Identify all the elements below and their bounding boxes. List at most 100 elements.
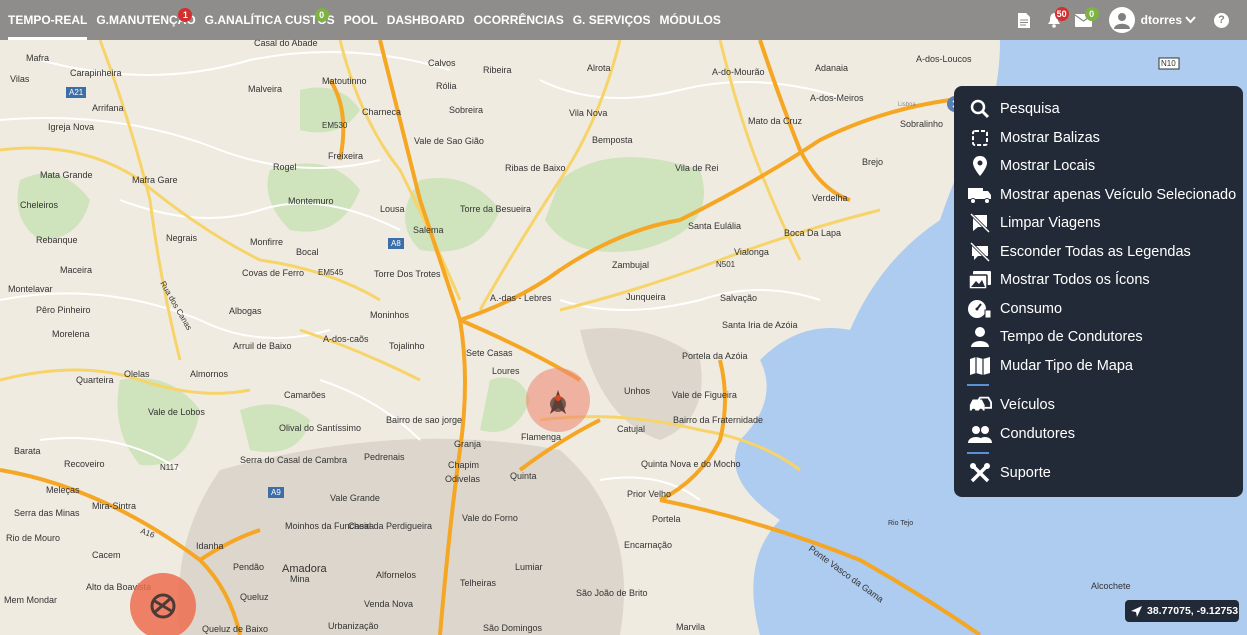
map-label: Calvos [428, 58, 456, 68]
vehicle-marker[interactable] [526, 368, 590, 432]
messages-envelope-icon[interactable]: 0 [1071, 0, 1099, 40]
driver-icon [968, 325, 992, 349]
nav-ocorrencias[interactable]: OCORRÊNCIAS [474, 0, 564, 40]
menu-esconder-legendas[interactable]: Esconder Todas as Legendas [954, 238, 1243, 267]
map-label: Flamenga [521, 432, 561, 442]
map-label: Alfornelos [376, 570, 417, 580]
map-label: Prior Velho [627, 489, 671, 499]
fuel-gauge-icon [968, 297, 992, 321]
notifications-bell-icon[interactable]: 50 [1041, 0, 1069, 40]
map-label: Queluz [240, 592, 269, 602]
map-label: Covas de Ferro [242, 268, 304, 278]
menu-condutores[interactable]: Condutores [954, 420, 1243, 449]
menu-mostrar-balizas[interactable]: Mostrar Balizas [954, 124, 1243, 153]
help-button[interactable]: ? [1214, 12, 1229, 28]
map-label: Bemposta [592, 135, 633, 145]
nav-label: TEMPO-REAL [8, 13, 88, 27]
menu-suporte[interactable]: Suporte [954, 459, 1243, 488]
location-pin-icon [968, 154, 992, 178]
map-label: Freixeira [328, 151, 363, 161]
user-menu[interactable]: dtorres [1108, 7, 1196, 33]
map-label: Albogas [229, 306, 262, 316]
map-label: Vale de Sao Gião [414, 136, 484, 146]
road-shield-label: EM545 [318, 268, 344, 277]
truck-icon [968, 183, 992, 207]
map-label: Mira-Sintra [92, 501, 136, 511]
map-label: Lumiar [515, 562, 543, 572]
menu-pesquisa[interactable]: Pesquisa [954, 95, 1243, 124]
menu-label: Consumo [1000, 300, 1063, 317]
map-label: Portela [652, 514, 681, 524]
navigation-arrow-icon [1131, 605, 1142, 617]
map-label: Rio Tejo [888, 520, 913, 527]
tools-icon [968, 461, 992, 485]
map-label: A.-das - Lebres [490, 293, 552, 303]
map-label: Bocal [296, 247, 319, 257]
map-label: A-dos-caõs [323, 334, 369, 344]
menu-limpar-viagens[interactable]: Limpar Viagens [954, 209, 1243, 238]
map-label: Pêro Pinheiro [36, 305, 91, 315]
menu-mudar-tipo-mapa[interactable]: Mudar Tipo de Mapa [954, 352, 1243, 381]
map-label: Serra das Minas [14, 508, 80, 518]
map-label: Vilas [10, 74, 30, 84]
map-label: Alcochete [1091, 581, 1131, 591]
map-label: Recoveiro [64, 459, 105, 469]
map-label: Pedrenais [364, 452, 405, 462]
top-right-actions: 50 0 dtorres ? [1011, 0, 1247, 40]
notifications-badge: 50 [1054, 7, 1069, 21]
map-label: Camarões [284, 390, 326, 400]
map-label: Torre da Besueira [460, 204, 531, 214]
menu-mostrar-icons[interactable]: Mostrar Todos os Ícons [954, 266, 1243, 295]
nav-label: DASHBOARD [386, 13, 465, 27]
map-label: A-dos-Meiros [810, 93, 864, 103]
map-options-menu: Pesquisa Mostrar Balizas Mostrar Locais … [954, 86, 1243, 497]
menu-tempo-condutores[interactable]: Tempo de Condutores [954, 323, 1243, 352]
menu-label: Limpar Viagens [1000, 215, 1101, 232]
menu-label: Pesquisa [1000, 101, 1060, 118]
map-label: Barata [14, 446, 41, 456]
map-label: Telheiras [460, 578, 497, 588]
map-label: Igreja Nova [48, 122, 94, 132]
map-label: Zambujal [612, 260, 649, 270]
road-shield-label: N117 [160, 463, 179, 472]
menu-mostrar-locais[interactable]: Mostrar Locais [954, 152, 1243, 181]
map-label: Mafra [26, 53, 49, 63]
map-label: Portela da Azóia [682, 351, 748, 361]
images-icon [968, 268, 992, 292]
nav-analitica-custos[interactable]: G.ANALÍTICA CUSTOS 0 [205, 0, 335, 40]
map-label: Montelavar [8, 284, 53, 294]
map-label: Mem Mondar [4, 595, 57, 605]
map-label: Meleças [46, 485, 80, 495]
map-label: Odivelas [445, 474, 481, 484]
document-icon[interactable] [1011, 0, 1037, 40]
username: dtorres [1140, 13, 1182, 27]
map-label: Marvila [676, 622, 705, 632]
menu-consumo[interactable]: Consumo [954, 295, 1243, 324]
map-label: Rebanque [36, 235, 78, 245]
nav-pool[interactable]: POOL [344, 0, 378, 40]
costs-badge: 0 [314, 8, 329, 22]
nav-servicos[interactable]: G. SERVIÇOS [573, 0, 651, 40]
map-label: Vale Grande [330, 493, 380, 503]
map-label: A-do-Mourão [712, 67, 765, 77]
nav-label: MÓDULOS [659, 13, 721, 27]
map-label: Charneca [362, 107, 401, 117]
nav-manutencao[interactable]: G.MANUTENÇÃO 1 [96, 0, 196, 40]
menu-veiculos[interactable]: Veículos [954, 391, 1243, 420]
road-shield-label: N10 [1161, 59, 1176, 68]
map-label: Alrota [587, 63, 611, 73]
map-label: Vila de Rei [675, 163, 718, 173]
menu-veiculo-selecionado[interactable]: Mostrar apenas Veículo Selecionado [954, 181, 1243, 210]
map-label: Unhos [624, 386, 651, 396]
map-label: Ribeira [483, 65, 512, 75]
nav-modulos[interactable]: MÓDULOS [660, 0, 721, 40]
menu-label: Esconder Todas as Legendas [1000, 243, 1191, 260]
map-label: Cacem [92, 550, 121, 560]
map-label: Mata Grande [40, 170, 93, 180]
map-label: Carapinheira [70, 68, 122, 78]
nav-label: OCORRÊNCIAS [473, 13, 564, 27]
map-label: Queluz de Baixo [202, 624, 268, 634]
nav-tempo-real[interactable]: TEMPO-REAL [8, 0, 88, 40]
map-label: Encarnação [624, 540, 672, 550]
nav-dashboard[interactable]: DASHBOARD [387, 0, 465, 40]
